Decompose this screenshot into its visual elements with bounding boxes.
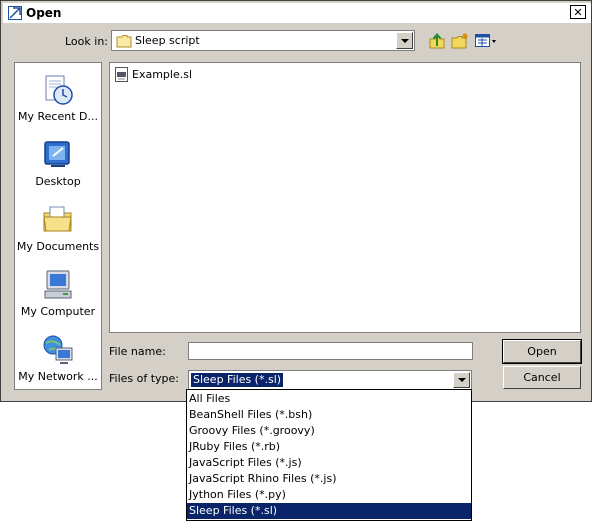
script-file-icon bbox=[115, 67, 128, 82]
file-type-option[interactable]: JavaScript Files (*.js) bbox=[187, 455, 471, 471]
close-icon: ✕ bbox=[573, 5, 583, 19]
file-type-option[interactable]: Groovy Files (*.groovy) bbox=[187, 423, 471, 439]
file-type-option[interactable]: Jython Files (*.py) bbox=[187, 487, 471, 503]
view-menu-icon[interactable] bbox=[474, 32, 498, 50]
place-my-recent-documents[interactable]: My Recent D... bbox=[15, 67, 101, 131]
new-folder-icon[interactable] bbox=[451, 32, 469, 50]
place-label: My Network ... bbox=[18, 370, 98, 383]
network-icon bbox=[43, 335, 73, 364]
place-label: My Recent D... bbox=[18, 110, 98, 123]
place-label: Desktop bbox=[35, 175, 81, 188]
place-label: My Computer bbox=[20, 305, 96, 318]
chevron-down-icon bbox=[457, 378, 466, 382]
place-label: My Documents bbox=[16, 240, 100, 253]
place-my-documents[interactable]: My Documents bbox=[15, 197, 101, 261]
desktop-icon bbox=[44, 141, 70, 167]
look-in-combo[interactable]: Sleep script bbox=[111, 30, 415, 51]
place-desktop[interactable]: Desktop bbox=[15, 132, 101, 196]
folder-icon bbox=[116, 35, 132, 48]
file-type-option[interactable]: BeanShell Files (*.bsh) bbox=[187, 407, 471, 423]
open-button[interactable]: Open bbox=[502, 339, 582, 364]
file-item[interactable]: Example.sl bbox=[115, 67, 192, 82]
file-name-label: File name: bbox=[109, 345, 166, 358]
file-type-option[interactable]: All Files bbox=[187, 391, 471, 407]
cancel-button[interactable]: Cancel bbox=[503, 366, 581, 389]
look-in-label: Look in: bbox=[65, 35, 108, 48]
place-my-computer[interactable]: My Computer bbox=[15, 262, 101, 326]
place-my-network[interactable]: My Network ... bbox=[15, 327, 101, 391]
look-in-value: Sleep script bbox=[135, 34, 200, 47]
open-dialog: Open ✕ Look in: Sleep script My Recent D… bbox=[0, 0, 592, 402]
close-button[interactable]: ✕ bbox=[570, 5, 586, 19]
file-type-selected: Sleep Files (*.sl) bbox=[191, 373, 284, 387]
chevron-down-icon bbox=[400, 38, 409, 43]
places-bar: My Recent D... Desktop My Documents My C… bbox=[14, 62, 102, 390]
file-list[interactable]: Example.sl bbox=[109, 62, 581, 333]
my-documents-icon bbox=[43, 206, 72, 232]
window-title: Open bbox=[26, 6, 62, 20]
file-type-option[interactable]: JavaScript Rhino Files (*.js) bbox=[187, 471, 471, 487]
title-bar[interactable]: Open ✕ bbox=[3, 3, 591, 23]
file-type-option-selected[interactable]: Sleep Files (*.sl) bbox=[187, 503, 471, 519]
file-type-combo[interactable]: Sleep Files (*.sl) bbox=[188, 370, 472, 390]
my-computer-icon bbox=[44, 270, 72, 299]
look-in-dropdown-button[interactable] bbox=[396, 32, 413, 49]
file-type-label: Files of type: bbox=[109, 372, 180, 385]
file-type-dropdown-button[interactable] bbox=[453, 372, 470, 388]
up-folder-icon[interactable] bbox=[428, 32, 446, 50]
file-type-option[interactable]: JRuby Files (*.rb) bbox=[187, 439, 471, 455]
file-name-input[interactable] bbox=[188, 342, 473, 360]
file-type-dropdown-list[interactable]: All Files BeanShell Files (*.bsh) Groovy… bbox=[186, 389, 472, 521]
file-name: Example.sl bbox=[132, 68, 193, 81]
java-app-icon bbox=[8, 6, 22, 20]
recent-documents-icon bbox=[45, 75, 73, 105]
